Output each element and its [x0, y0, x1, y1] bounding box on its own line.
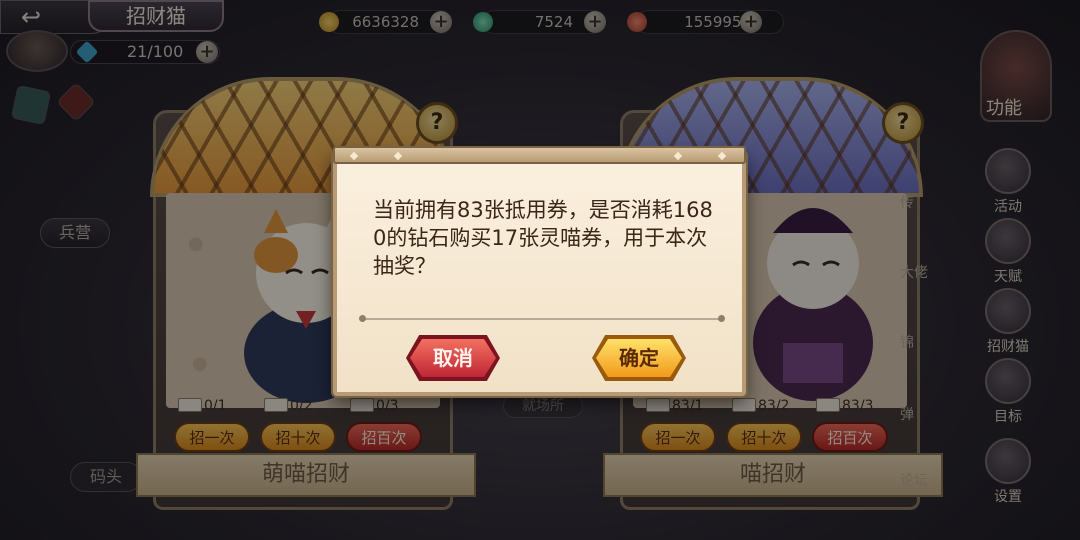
confirm-button[interactable]: 确定 [596, 339, 682, 377]
confirm-dialog: 当前拥有83张抵用券，是否消耗1680的钻石购买17张灵喵券，用于本次抽奖？ 取… [333, 146, 746, 396]
cancel-button[interactable]: 取消 [410, 339, 496, 377]
dialog-divider [359, 315, 725, 322]
dialog-message: 当前拥有83张抵用券，是否消耗1680的钻石购买17张灵喵券，用于本次抽奖？ [373, 198, 713, 278]
dialog-header-ornament [333, 146, 746, 164]
